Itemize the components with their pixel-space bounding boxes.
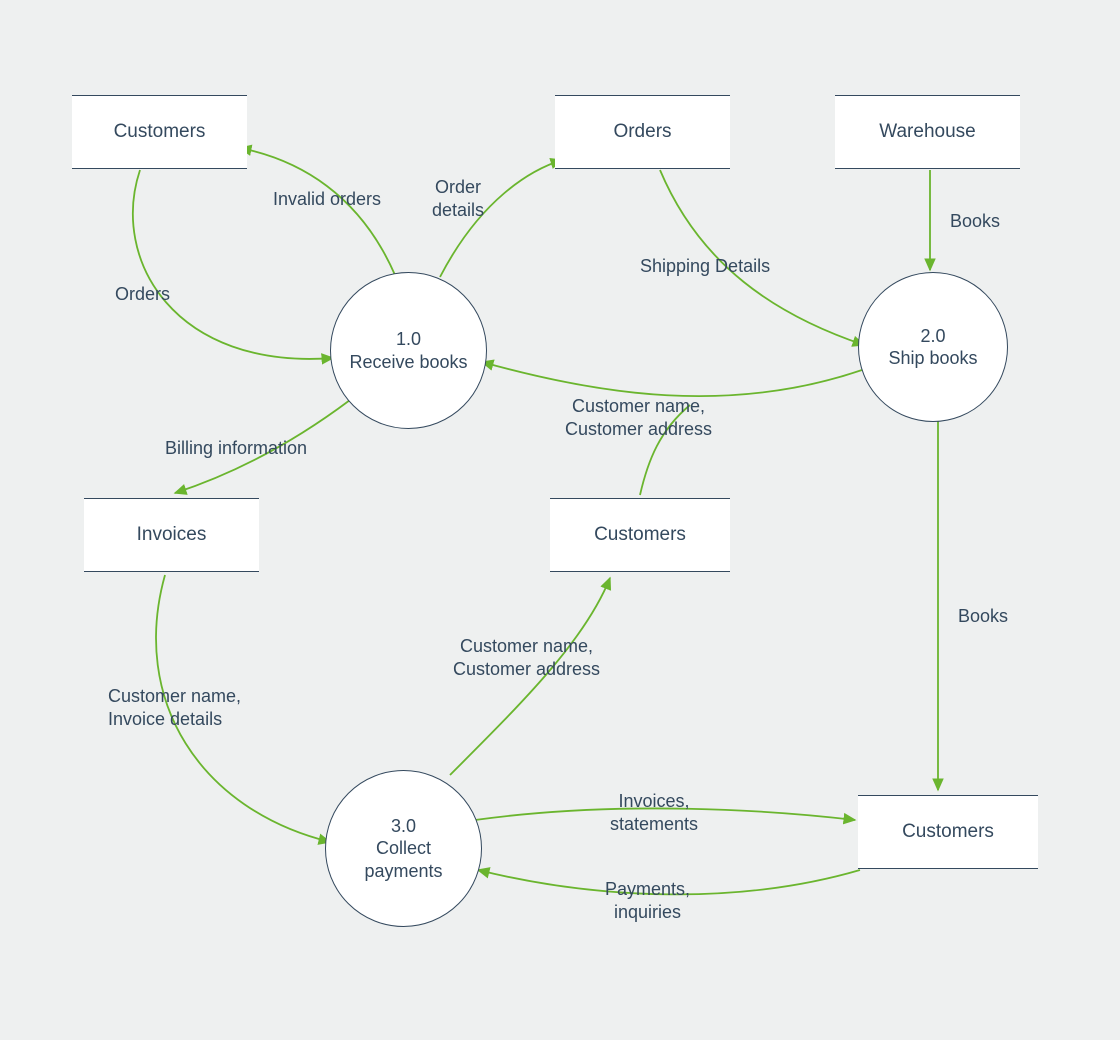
process-name: Collect payments — [364, 837, 442, 882]
process-num: 3.0 — [391, 815, 416, 838]
entity-customers-mid: Customers — [550, 498, 730, 572]
flow-invoices-stmt — [475, 808, 855, 820]
flow-payments — [478, 870, 860, 894]
flow-custinfo-p2-p1 — [482, 362, 862, 396]
process-2: 2.0 Ship books — [858, 272, 1008, 422]
flow-invalid-orders — [240, 148, 395, 275]
process-3: 3.0 Collect payments — [325, 770, 482, 927]
flow-orders — [133, 170, 333, 359]
flow-billing — [175, 400, 350, 493]
entity-invoices: Invoices — [84, 498, 259, 572]
entity-label: Orders — [613, 121, 671, 143]
flow-custmid-tail — [640, 405, 690, 495]
process-num: 1.0 — [396, 328, 421, 351]
process-name: Ship books — [888, 347, 977, 370]
flow-order-details — [440, 160, 562, 277]
process-num: 2.0 — [920, 325, 945, 348]
entity-warehouse: Warehouse — [835, 95, 1020, 169]
process-name: Receive books — [349, 351, 467, 374]
entity-label: Warehouse — [879, 121, 975, 143]
entity-customers-top: Customers — [72, 95, 247, 169]
flow-shipping-details — [660, 170, 864, 345]
entity-customers-bottom: Customers — [858, 795, 1038, 869]
entity-label: Customers — [902, 821, 994, 843]
flow-custinfo-p3-mid — [450, 578, 610, 775]
entity-orders: Orders — [555, 95, 730, 169]
process-1: 1.0 Receive books — [330, 272, 487, 429]
entity-label: Customers — [114, 121, 206, 143]
flow-invoice-details — [156, 575, 330, 842]
dfd-canvas: Customers Orders Warehouse Invoices Cust… — [0, 0, 1120, 1040]
entity-label: Customers — [594, 524, 686, 546]
entity-label: Invoices — [137, 524, 207, 546]
